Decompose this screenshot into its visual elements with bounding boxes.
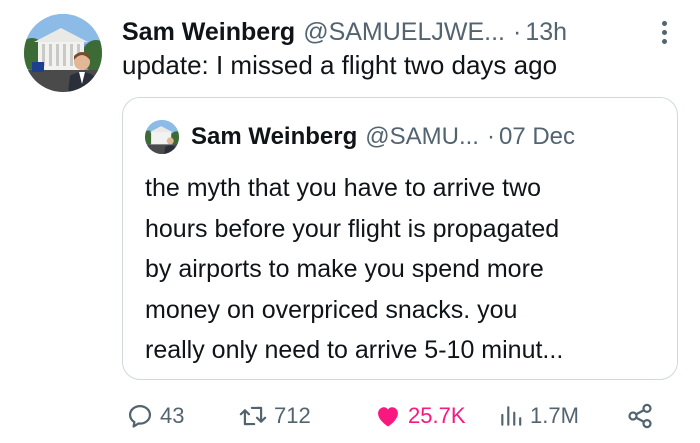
reply-button[interactable]: 43 (126, 396, 184, 436)
quoted-tweet-header: Sam Weinberg @SAMU... · 07 Dec (145, 120, 575, 154)
retweet-button[interactable]: 712 (238, 396, 311, 436)
avatar[interactable] (24, 14, 102, 92)
white-house-avatar-image (145, 120, 179, 154)
author-handle[interactable]: @SAMUELJWE... (303, 18, 505, 47)
tweet-header: Sam Weinberg @SAMUELJWE... · 13h (122, 14, 680, 50)
white-house-avatar-image (24, 14, 102, 92)
quoted-text-line: by airports to make you spend more (145, 255, 544, 283)
quoted-text-line: really only need to arrive 5-10 minut... (145, 336, 564, 364)
tweet-time[interactable]: 13h (525, 18, 567, 47)
author-name[interactable]: Sam Weinberg (122, 18, 295, 47)
vertical-dots-icon[interactable] (650, 18, 678, 46)
share-button[interactable] (626, 396, 660, 436)
quoted-tweet[interactable]: Sam Weinberg @SAMU... · 07 Dec the myth … (122, 97, 678, 380)
separator-dot: · (513, 17, 522, 46)
view-count: 1.7M (530, 403, 579, 428)
quoted-author-name: Sam Weinberg (191, 123, 358, 150)
like-button[interactable]: 25.7K (374, 396, 466, 436)
quoted-author-handle: @SAMU... (365, 123, 479, 150)
like-count: 25.7K (408, 403, 466, 428)
quoted-text-line: money on overpriced snacks. you (145, 295, 518, 324)
share-nodes-icon (628, 403, 652, 429)
separator-dot: · (486, 123, 495, 150)
quoted-tweet-text: the myth that you have to arrive two hou… (145, 168, 665, 371)
views-button[interactable]: 1.7M (498, 396, 579, 436)
tweet-text: update: I missed a flight two days ago (122, 50, 558, 80)
heart-icon (378, 407, 398, 427)
bar-chart-icon (501, 406, 522, 426)
quoted-tweet-date: 07 Dec (498, 123, 576, 150)
action-bar: 43 712 25.7K 1.7M (120, 396, 680, 436)
retweet-count: 712 (274, 403, 311, 428)
reply-count: 43 (160, 403, 185, 428)
quoted-avatar (145, 120, 179, 154)
retweet-arrows-icon (239, 406, 267, 426)
speech-bubble-icon (128, 404, 152, 428)
quoted-text-line: hours before your flight is propagated (145, 214, 560, 243)
quoted-text-line: the myth that you have to arrive two (145, 174, 542, 202)
